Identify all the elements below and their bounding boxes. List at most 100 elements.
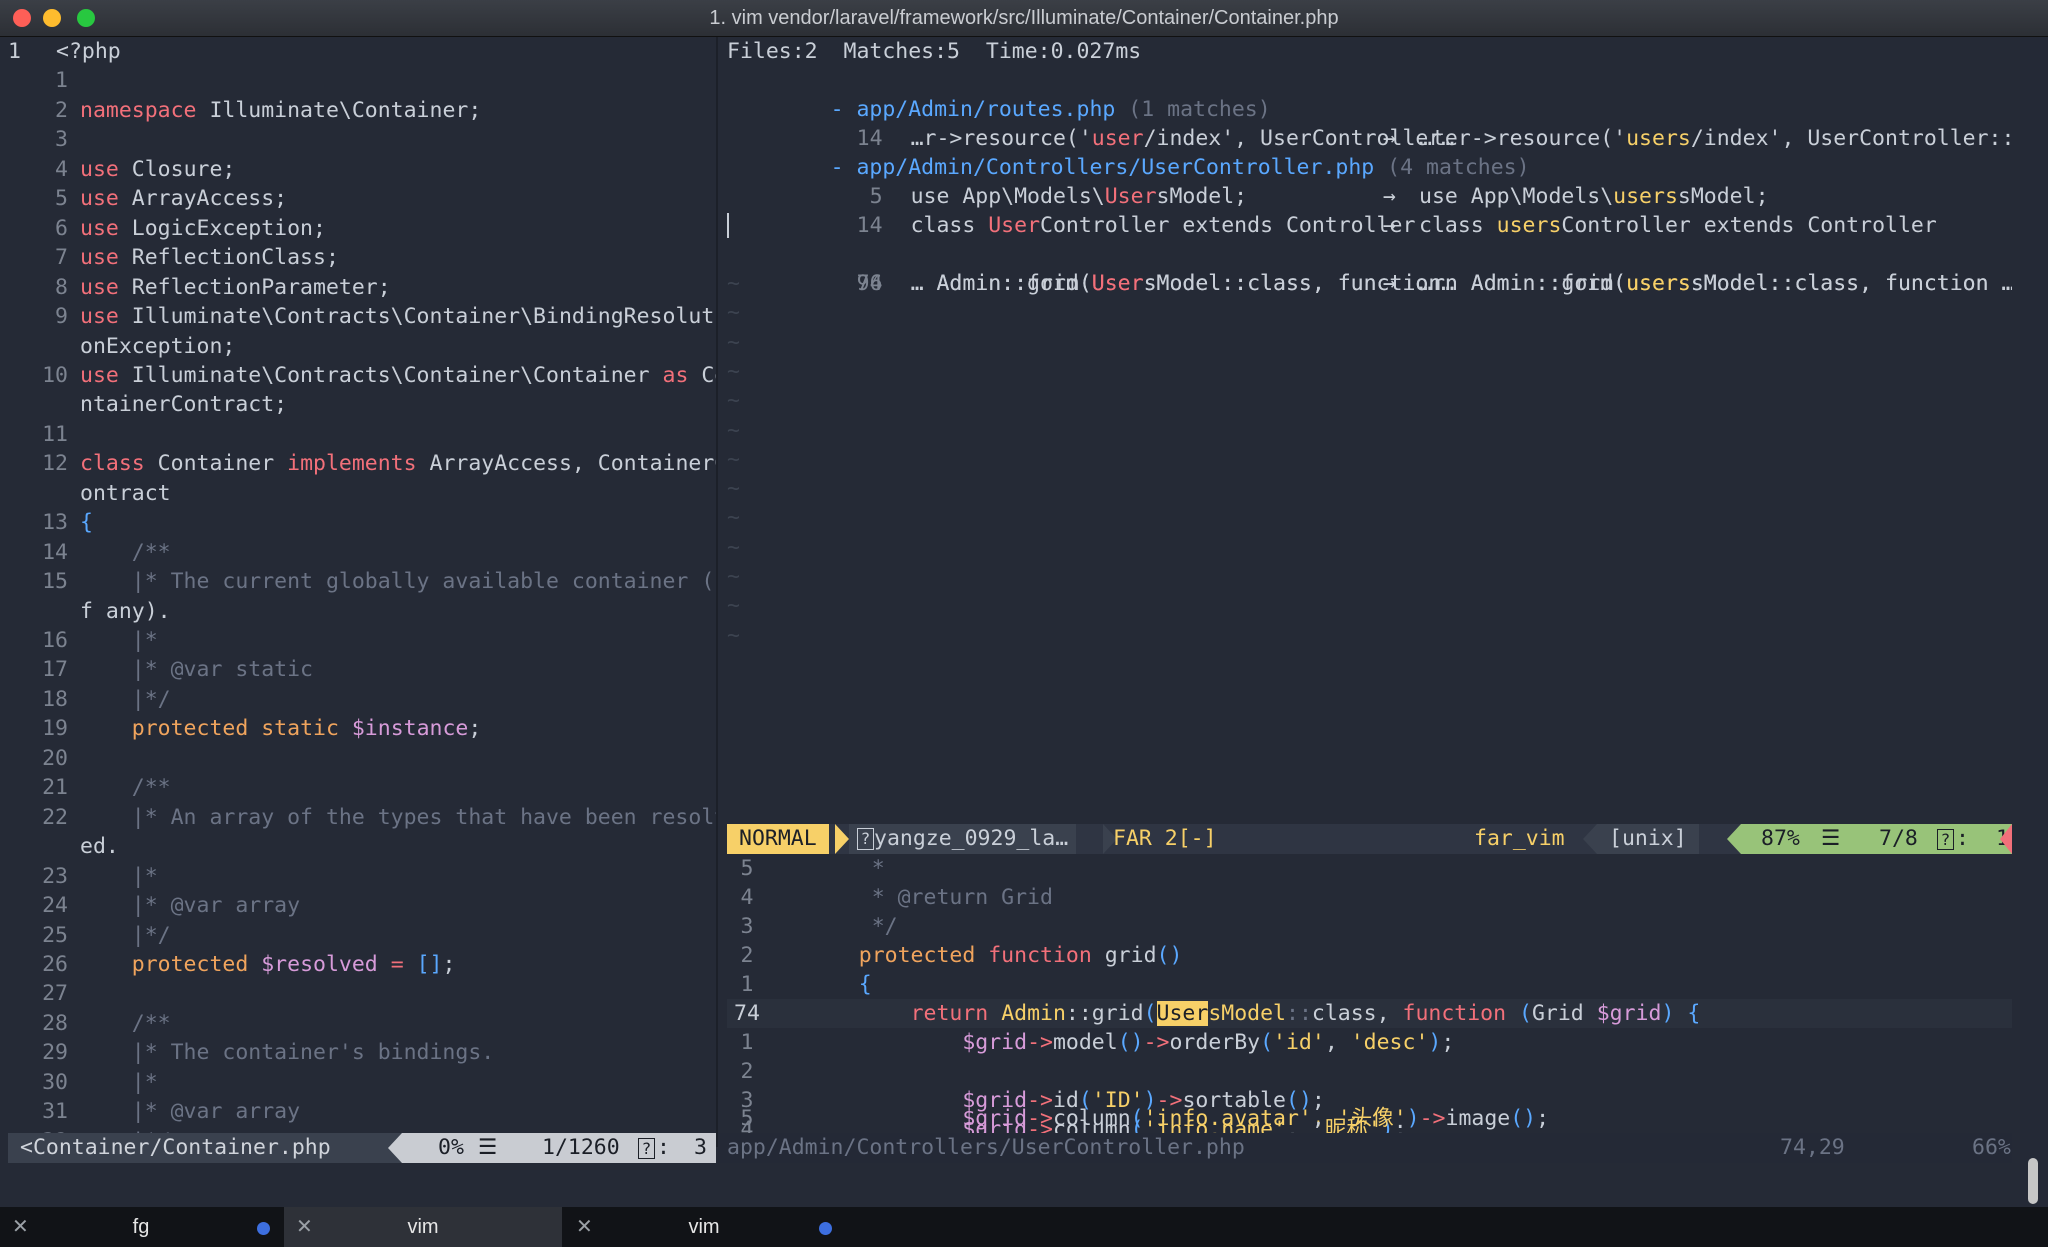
far-group-count: (4 matches) <box>1387 155 1530 180</box>
preview-statusline: app/Admin/Controllers/UserController.php… <box>718 1133 2012 1163</box>
code-line: 26 protected $resolved = []; <box>42 951 456 977</box>
top-line-indicator: 1 <box>8 39 21 64</box>
empty-line-marker: ~ <box>727 417 740 443</box>
code-line: 25 |*/ <box>42 922 171 948</box>
far-match-row[interactable]: 14 …r->resource('user/index', UserControl… <box>727 95 2012 151</box>
title-bar: 1. vim vendor/laravel/framework/src/Illu… <box>0 0 2048 37</box>
line-position: 7/8 <box>1879 826 1918 851</box>
file-path: app/Admin/Controllers/UserController.php <box>727 1135 1245 1160</box>
far-match-right: …rn Admin::form(userssModel::class, func… <box>1419 271 2012 296</box>
code-line: 2 namespace Illuminate\Container; <box>55 97 482 123</box>
far-match-row[interactable]: 96… Admin::form(UsersModel::class, funct… <box>727 240 2012 296</box>
code-line: 18 |*/ <box>42 686 171 712</box>
terminal-window: 1. vim vendor/laravel/framework/src/Illu… <box>0 0 2048 1247</box>
code-line: 23 |* <box>42 863 158 889</box>
terminal-scrollbar[interactable] <box>2028 1158 2038 1204</box>
far-match-row[interactable]: 5 use App\Models\UsersModel; → use App\Mode… <box>727 153 1769 209</box>
code-line: 15 |* The current globally available con… <box>42 569 716 595</box>
empty-line-marker: ~ <box>727 593 740 619</box>
left-editor-pane[interactable]: <?php 1 2 namespace Illuminate\Container; 3 4… <box>8 37 716 1133</box>
code-line: 30 |* <box>42 1069 158 1095</box>
empty-line-marker: ~ <box>727 300 740 326</box>
empty-line-marker: ~ <box>727 446 740 472</box>
left-statusline: <Container/Container.php 0% ☰ 1/1260 ?: … <box>8 1133 716 1163</box>
code-line: 22 |* An array of the types that have be… <box>42 804 716 830</box>
position-block: 87% ☰ 7/8 ?: 1 <box>1741 824 2012 854</box>
empty-line-marker: ~ <box>727 358 740 384</box>
code-line: 4 * @return Grid <box>740 885 1053 910</box>
code-line: 21 /** <box>42 775 171 801</box>
arrow-icon: → <box>1383 271 1396 296</box>
tab-label: vim <box>407 1216 439 1238</box>
tab-vim[interactable]: ✕ vim <box>564 1207 844 1247</box>
code-line: 5 use ArrayAccess; <box>55 186 288 212</box>
far-match-row[interactable]: 14 class UserController extends Controlle… <box>727 182 1937 238</box>
code-line: 28 /** <box>42 1010 171 1036</box>
powerline-separator <box>388 1133 402 1163</box>
code-line: 7 use ReflectionClass; <box>55 245 339 271</box>
empty-line-marker: ~ <box>727 329 740 355</box>
mode-indicator: NORMAL <box>727 824 829 854</box>
line-position: 1/1260 <box>542 1135 620 1160</box>
buffer-name: FAR 2[-] <box>1113 826 1217 851</box>
empty-line-marker: ~ <box>727 271 740 296</box>
empty-line-marker: ~ <box>727 476 740 502</box>
git-branch: ? yangze_0929_la… <box>849 824 1077 854</box>
code-line: 3 */ <box>740 914 898 939</box>
far-match-right: use App\Models\userssModel; <box>1419 184 1769 209</box>
cursor-bar <box>727 213 729 238</box>
tab-label: fg <box>132 1216 150 1238</box>
code-line: f any). <box>80 598 171 624</box>
empty-line-marker: ~ <box>727 505 740 531</box>
code-line: ntainerContract; <box>80 392 288 418</box>
warning-marker <box>2000 824 2012 854</box>
far-header: Files:2 Matches:5 Time:0.027ms <box>727 39 1142 64</box>
tab-bar: ✕ fg ✕ vim ✕ vim <box>0 1207 2048 1247</box>
window-title: 1. vim vendor/laravel/framework/src/Illu… <box>709 7 1339 29</box>
code-line: 20 <box>42 745 68 771</box>
code-line: ontract <box>80 480 171 506</box>
empty-line-marker: ~ <box>727 534 740 560</box>
code-line: 10 use Illuminate\Contracts\Container\Con… <box>42 362 716 388</box>
activity-dot-icon <box>257 1222 270 1235</box>
far-results-pane[interactable]: Files:2 Matches:5 Time:0.027ms - app/Adm… <box>727 37 2012 824</box>
code-line: 27 <box>42 981 68 1007</box>
code-line: 31 |* @var array <box>42 1099 301 1125</box>
scroll-percent: 87% <box>1761 826 1800 851</box>
vim-terminal[interactable]: <?php 1 2 namespace Illuminate\Container; 3 4… <box>0 37 2020 1231</box>
cursor-position: 74,29 <box>1780 1135 1845 1160</box>
menu-icon: ☰ <box>1821 826 1841 851</box>
powerline-separator <box>1727 824 1741 854</box>
code-line: 24 |* @var array <box>42 893 301 919</box>
code-line: 17 |* @var static <box>42 657 313 683</box>
current-code-line: 74 return Admin::grid(UsersModel::class,… <box>727 999 2012 1028</box>
tab-label: vim <box>688 1216 720 1238</box>
far-group-routes[interactable]: - app/Admin/routes.php (1 matches) <box>727 66 1271 122</box>
code-line: 12 class Container implements ArrayAccess… <box>42 451 716 477</box>
activity-dot-icon <box>819 1222 832 1235</box>
far-match-row[interactable]: 74… Admin::grid(UsersModel::class, funct… <box>727 211 2012 296</box>
code-line: 11 <box>42 421 68 447</box>
far-match-left: … Admin::form(UsersModel::class, functio… <box>910 271 1455 296</box>
pane-divider[interactable] <box>716 37 718 1147</box>
code-line: <?php <box>56 39 121 64</box>
column-icon: ? <box>638 1138 655 1159</box>
code-line: 16 |* <box>42 628 158 653</box>
tab-vim-active[interactable]: ✕ vim <box>284 1207 562 1247</box>
far-group-usercontroller[interactable]: - app/Admin/Controllers/UserController.p… <box>727 124 1530 180</box>
branch-icon: ? <box>857 828 874 850</box>
preview-editor-pane[interactable]: 5 * 4 * @return Grid 3 */ 2 protected fu… <box>727 854 2012 1133</box>
empty-line-marker: ~ <box>727 622 740 648</box>
code-line: 9 use Illuminate\Contracts\Container\Bind… <box>55 304 716 330</box>
menu-icon: ☰ <box>478 1135 498 1160</box>
powerline-separator <box>835 824 849 854</box>
powerline-separator <box>1583 824 1597 854</box>
tab-fg[interactable]: ✕ fg <box>0 1207 282 1247</box>
plugin-name: far_vim <box>1474 826 1565 851</box>
code-line: 3 <box>55 127 68 153</box>
code-line: 14 /** <box>42 539 171 565</box>
code-line: onException; <box>80 333 236 359</box>
position-block: 0% ☰ 1/1260 ?: 3 <box>402 1133 716 1163</box>
code-line: 6 use LogicException; <box>55 215 326 241</box>
code-line: 2 <box>740 1059 754 1084</box>
